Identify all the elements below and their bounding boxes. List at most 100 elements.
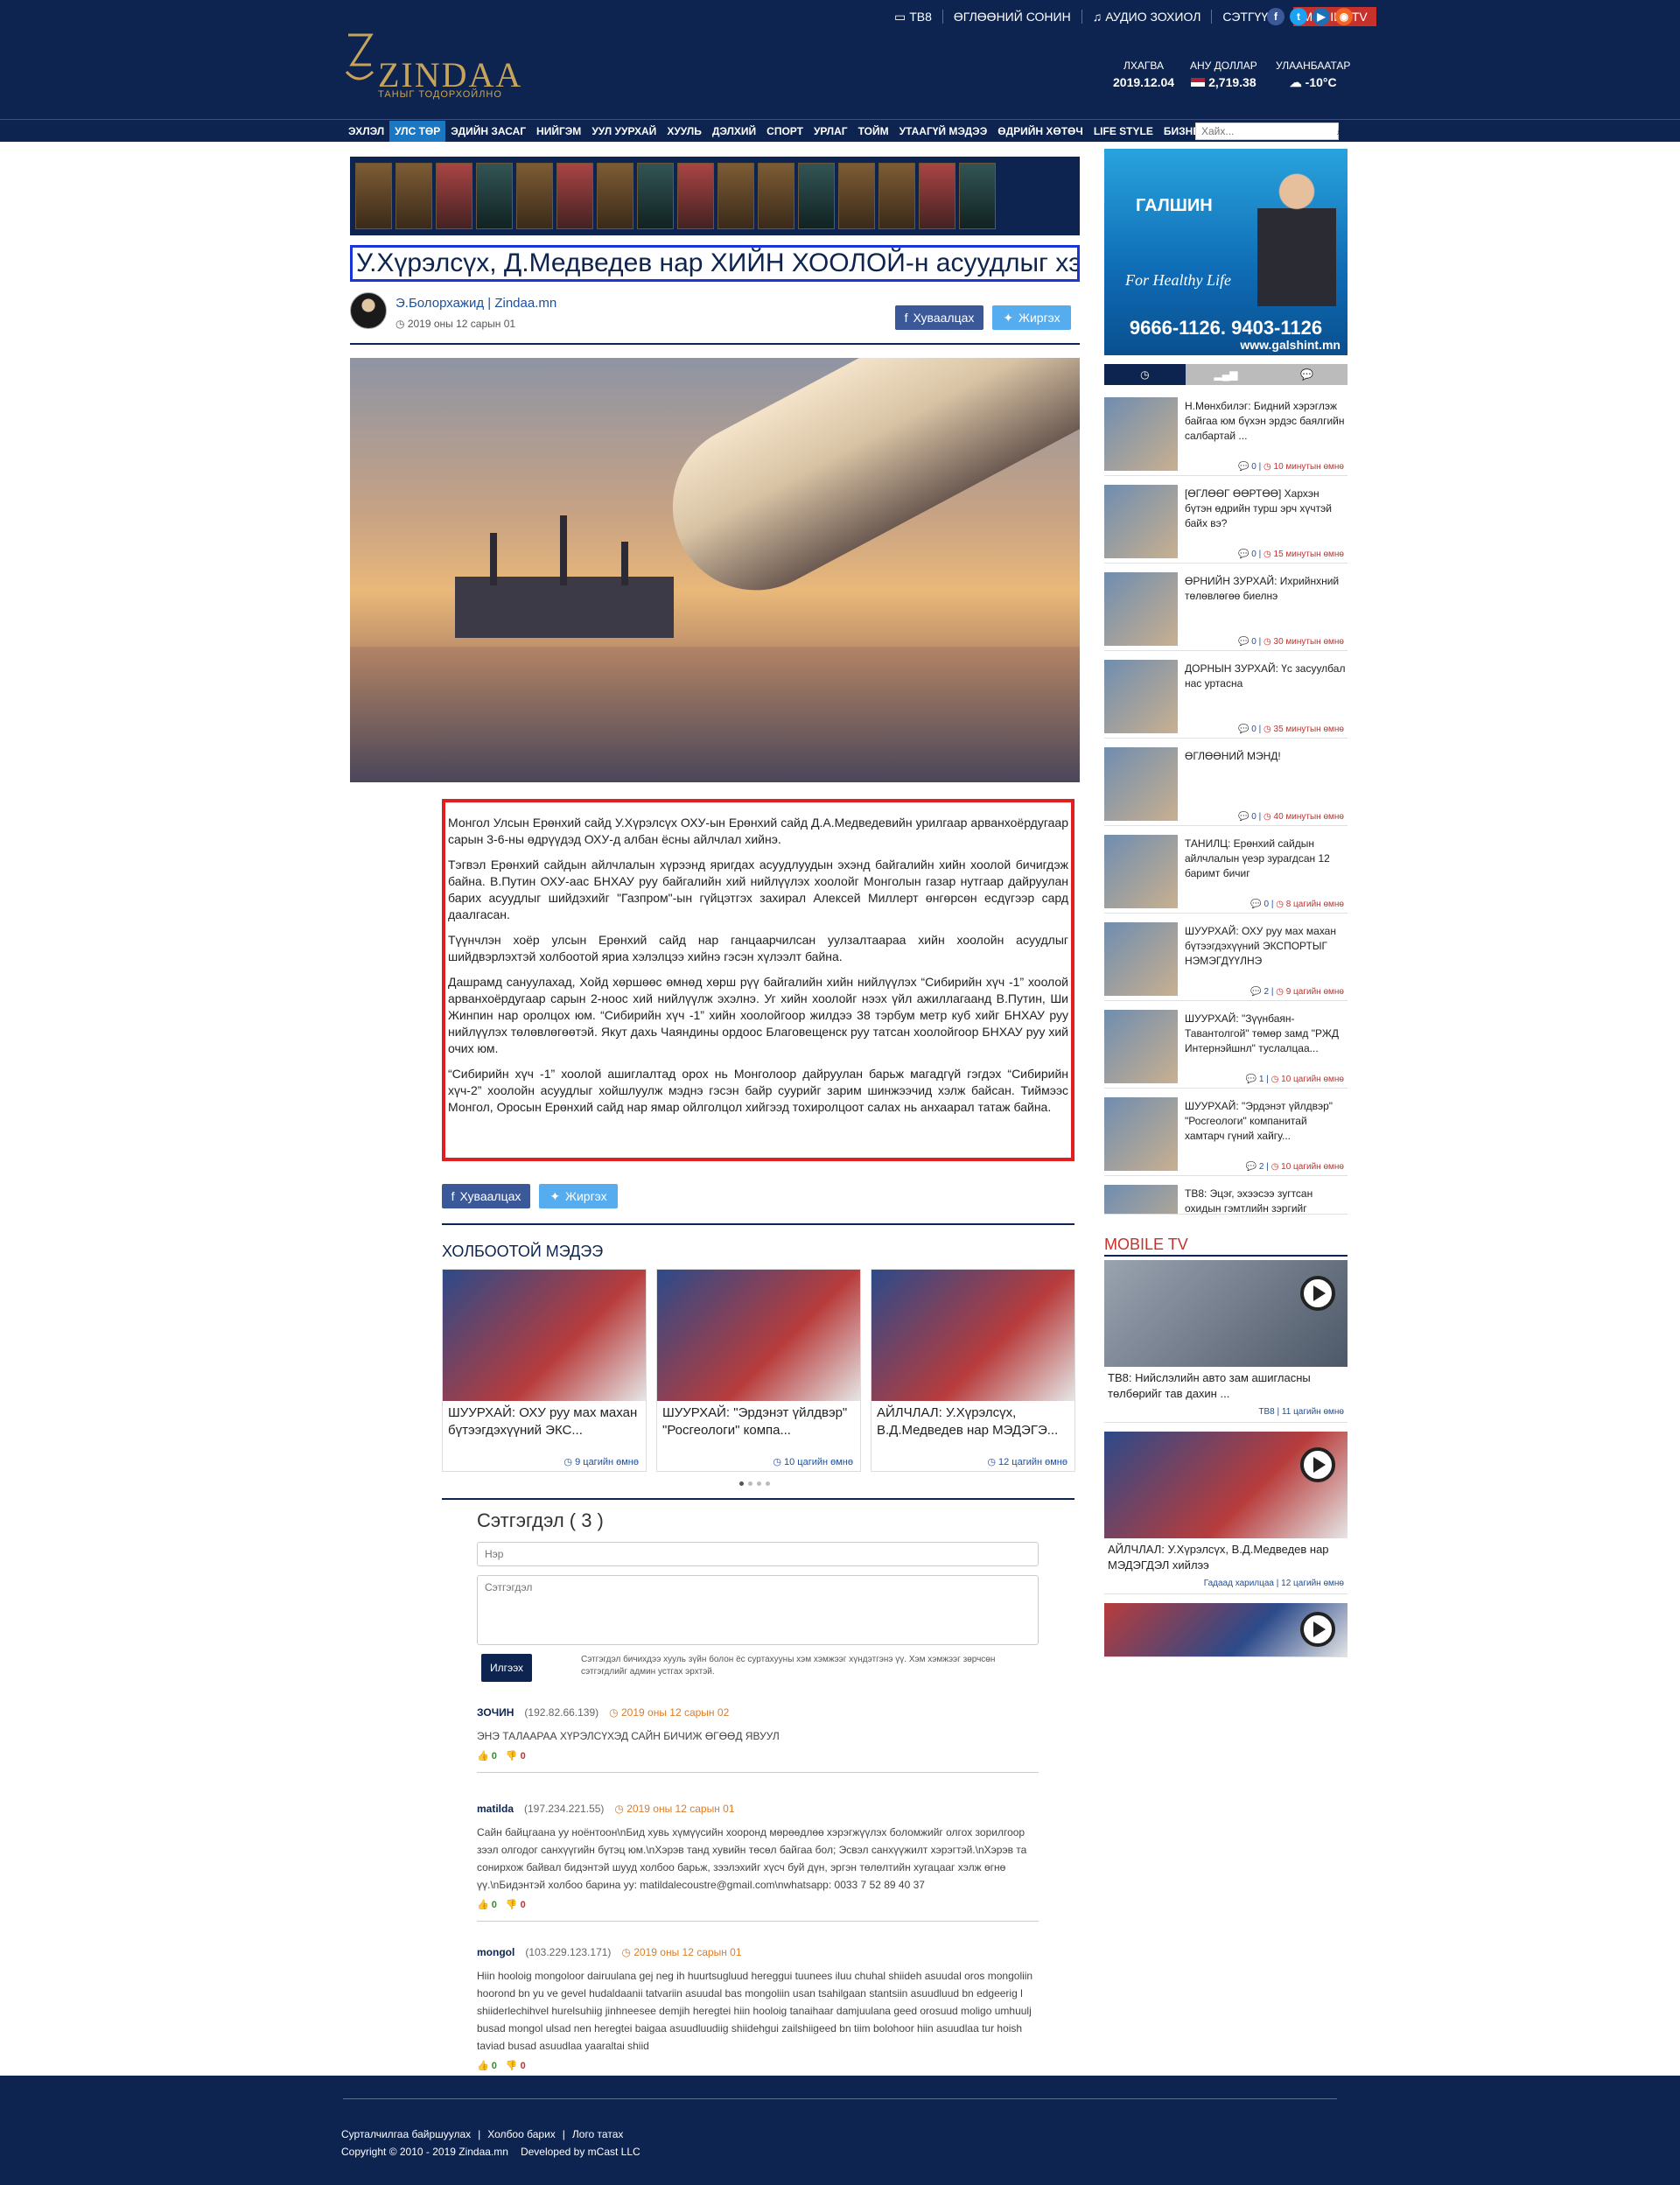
search-icon[interactable]: ⌕ <box>1337 124 1343 138</box>
footer-link[interactable]: Сурталчилгаа байршуулах <box>341 2128 471 2140</box>
rss-icon[interactable]: ◉ <box>1335 8 1353 25</box>
related-card[interactable]: ШУУРХАЙ: ОХУ руу мах махан бүтээгдэхүүни… <box>442 1269 647 1472</box>
related-card[interactable]: АЙЛЧЛАЛ: У.Хүрэлсүх, В.Д.Медведев нар МЭ… <box>871 1269 1075 1472</box>
nav-item[interactable]: УЛС ТӨР <box>389 121 446 142</box>
comment-icon: 💬 <box>1238 462 1250 472</box>
dislike-button[interactable]: 👎 0 <box>506 2060 526 2071</box>
news-thumbnail <box>1104 835 1178 908</box>
news-thumbnail <box>1104 747 1178 821</box>
search-box: ⌕ <box>1195 123 1343 140</box>
ad-model-figure <box>1257 166 1336 306</box>
nav-item[interactable]: СПОРТ <box>761 121 808 142</box>
share-facebook-button-bottom[interactable]: f Хуваалцах <box>442 1184 530 1208</box>
sidebar-news-item[interactable]: ӨРНИЙН ЗУРХАЙ: Ихрийнхний төлөвлөгөө бие… <box>1104 567 1348 651</box>
youtube-icon[interactable]: ▶ <box>1312 8 1330 25</box>
dislike-button[interactable]: 👎 0 <box>506 1899 526 1910</box>
nav-item[interactable]: НИЙГЭМ <box>531 121 586 142</box>
logo-mark-icon <box>345 33 374 81</box>
top-link-audio[interactable]: ♫ АУДИО ЗОХИОЛ <box>1082 10 1213 24</box>
nav-item[interactable]: УРЛАГ <box>808 121 853 142</box>
like-button[interactable]: 👍 0 <box>477 2060 497 2071</box>
sidebar-news-item[interactable]: ТАНИЛЦ: Ерөнхий сайдын айлчлалын үеэр зу… <box>1104 830 1348 914</box>
magazine-cover <box>878 163 915 229</box>
clock-icon: ◷ <box>1270 1162 1279 1172</box>
sidebar-news-item[interactable]: ТВ8: Эцэг, эхээсээ зугтсан охидын гэмтли… <box>1104 1180 1348 1215</box>
comment-icon: 💬 <box>1245 1162 1257 1172</box>
like-button[interactable]: 👍 0 <box>477 1750 497 1761</box>
magazine-cover <box>758 163 794 229</box>
play-icon[interactable] <box>1300 1447 1335 1482</box>
carousel-dot[interactable] <box>748 1481 752 1486</box>
nav-item[interactable]: УУЛ УУРХАЙ <box>586 121 662 142</box>
share-twitter-button-bottom[interactable]: ✦ Жиргэх <box>539 1184 618 1208</box>
share-facebook-button[interactable]: f Хуваалцах <box>895 305 984 330</box>
related-image <box>443 1270 646 1401</box>
footer-link[interactable]: Холбоо барих <box>487 2128 555 2140</box>
comment-name-input[interactable] <box>477 1542 1039 1566</box>
author-avatar <box>350 292 387 329</box>
magazine-banner[interactable] <box>350 157 1080 235</box>
carousel-dots <box>739 1481 770 1486</box>
bar-chart-icon[interactable]: ▂▄▆ <box>1185 364 1267 385</box>
nav-item[interactable]: УТААГҮЙ МЭДЭЭ <box>894 121 993 142</box>
video-card[interactable] <box>1104 1603 1348 1657</box>
article-paragraph: Түүнчлэн хоёр улсын Ерөнхий сайд нар ган… <box>448 933 1068 963</box>
video-card[interactable]: АЙЛЧЛАЛ: У.Хүрэлсүх, В.Д.Медведев нар МЭ… <box>1104 1432 1348 1594</box>
nav-item[interactable]: ЭХЛЭЛ <box>343 121 389 142</box>
news-title: ШУУРХАЙ: "Зүүнбаян-Тавантолгой" төмөр за… <box>1185 1012 1340 1054</box>
nav-item[interactable]: LIFE STYLE <box>1088 121 1158 142</box>
related-card[interactable]: ШУУРХАЙ: "Эрдэнэт үйлдвэр" "Росгеологи" … <box>656 1269 861 1472</box>
play-icon[interactable] <box>1300 1612 1335 1647</box>
carousel-dot[interactable] <box>757 1481 761 1486</box>
nav-item[interactable]: ЭДИЙН ЗАСАГ <box>445 121 531 142</box>
pipeline-shape <box>643 358 1080 620</box>
related-title: ХОЛБООТОЙ МЭДЭЭ <box>442 1243 604 1260</box>
magazine-cover <box>556 163 593 229</box>
send-comment-button[interactable]: Илгээх <box>481 1654 532 1682</box>
logo-tagline: ТАНЫГ ТОДОРХОЙЛНО <box>378 89 502 100</box>
footer-copyright: Copyright © 2010 - 2019 Zindaa.mn Develo… <box>341 2146 640 2158</box>
magazine-cover <box>718 163 754 229</box>
nav-item[interactable]: ӨДРИЙН ХӨТӨЧ <box>992 121 1088 142</box>
news-meta: 💬 0 | ◷ 30 минутын өмнө <box>1238 637 1344 647</box>
magazine-cover <box>516 163 553 229</box>
dislike-button[interactable]: 👎 0 <box>506 1750 526 1761</box>
nav-item[interactable]: ДЭЛХИЙ <box>707 121 761 142</box>
water-area <box>350 647 1080 782</box>
clock-icon: ◷ <box>1264 550 1271 559</box>
footer-link[interactable]: Лого татах <box>572 2128 623 2140</box>
sidebar-news-item[interactable]: ШУУРХАЙ: "Зүүнбаян-Тавантолгой" төмөр за… <box>1104 1005 1348 1089</box>
twitter-icon[interactable]: t <box>1290 8 1307 25</box>
magazine-cover <box>838 163 875 229</box>
search-input[interactable] <box>1196 125 1337 137</box>
sidebar-news-item[interactable]: ШУУРХАЙ: ОХУ руу мах махан бүтээгдэхүүни… <box>1104 917 1348 1001</box>
author-name[interactable]: Э.Болорхажид <box>396 296 484 311</box>
site-logo[interactable]: ZINDAA ТАНЫГ ТОДОРХОЙЛНО <box>343 30 521 100</box>
news-title: ӨРНИЙН ЗУРХАЙ: Ихрийнхний төлөвлөгөө бие… <box>1185 575 1340 602</box>
facebook-icon[interactable]: f <box>1267 8 1284 25</box>
top-link-morning-paper[interactable]: ӨГЛӨӨНИЙ СОНИН <box>943 10 1082 24</box>
comment-text-input[interactable] <box>477 1575 1039 1645</box>
clock-icon[interactable]: ◷ <box>1104 364 1186 385</box>
nav-item[interactable]: ТОЙМ <box>853 121 894 142</box>
sidebar-news-item[interactable]: ДОРНЫН ЗУРХАЙ: Үс засуулбал нас уртасна 💬… <box>1104 655 1348 739</box>
sidebar-news-item[interactable]: [ӨГЛӨӨГ ӨӨРТӨӨ] Хархэн бүтэн өдрийн турш… <box>1104 480 1348 564</box>
article-source: Zindaa.mn <box>494 296 557 311</box>
share-twitter-button[interactable]: ✦ Жиргэх <box>992 305 1071 330</box>
news-title: ӨГЛӨӨНИЙ МЭНД! <box>1185 750 1281 762</box>
sidebar-news-item[interactable]: ӨГЛӨӨНИЙ МЭНД! 💬 0 | ◷ 40 минутын өмнө <box>1104 742 1348 826</box>
video-card[interactable]: ТВ8: Нийслэлийн авто зам ашигласны төлбө… <box>1104 1260 1348 1423</box>
carousel-dot[interactable] <box>766 1481 770 1486</box>
nav-item[interactable]: ХУУЛЬ <box>662 121 707 142</box>
comments-icon[interactable]: 💬 <box>1266 364 1348 385</box>
sidebar-ad[interactable]: ГАЛШИН For Healthy Life 9666-1126. 9403-… <box>1104 149 1348 355</box>
like-button[interactable]: 👍 0 <box>477 1899 497 1910</box>
news-title: ШУУРХАЙ: "Эрдэнэт үйлдвэр" "Росгеологи" … <box>1185 1100 1334 1142</box>
ad-website: www.galshint.mn <box>1240 338 1340 352</box>
carousel-dot[interactable] <box>739 1481 744 1486</box>
top-link-tv8[interactable]: ▭ ТВ8 <box>884 10 943 24</box>
play-icon[interactable] <box>1300 1276 1335 1311</box>
sidebar-news-item[interactable]: ШУУРХАЙ: "Эрдэнэт үйлдвэр" "Росгеологи" … <box>1104 1092 1348 1176</box>
news-thumbnail <box>1104 572 1178 646</box>
sidebar-news-item[interactable]: Н.Мөнхбилэг: Бидний хэрэглэж байгаа юм б… <box>1104 392 1348 476</box>
